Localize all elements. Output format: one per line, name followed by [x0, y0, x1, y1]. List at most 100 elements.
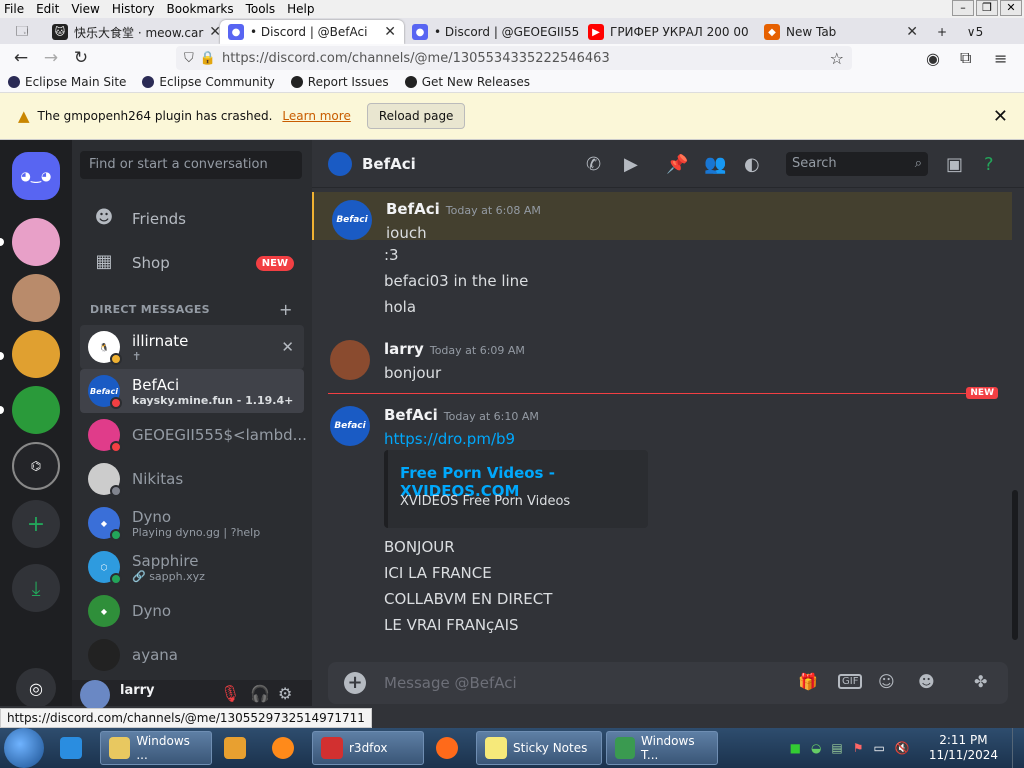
voice-call-icon[interactable]: ✆: [586, 154, 601, 175]
dm-item-ayana[interactable]: ayana: [80, 633, 304, 677]
inbox-icon[interactable]: ▣: [946, 154, 963, 175]
dm-item-dyno-2[interactable]: ◆ Dyno: [80, 589, 304, 633]
taskbar-windows-task-manager[interactable]: Windows T...: [606, 731, 718, 765]
user-profile-icon[interactable]: ◐: [744, 154, 760, 175]
gif-icon[interactable]: GIF: [838, 674, 863, 689]
pinned-messages-icon[interactable]: 📌: [666, 154, 688, 175]
menu-bookmarks[interactable]: Bookmarks: [161, 2, 240, 16]
hamburger-menu-icon[interactable]: ≡: [994, 49, 1007, 68]
shop-nav-item[interactable]: ▦ Shop NEW: [80, 242, 304, 284]
tab-2[interactable]: ● • Discord | @BefAci ✕: [220, 20, 404, 44]
bookmark-get-new-releases[interactable]: Get New Releases: [404, 75, 530, 89]
account-icon[interactable]: ◉: [926, 49, 940, 68]
author-name[interactable]: larry: [384, 340, 424, 358]
avatar[interactable]: [80, 680, 110, 710]
menu-history[interactable]: History: [106, 2, 161, 16]
message-input[interactable]: [384, 672, 764, 694]
tab-1-close-icon[interactable]: ✕: [203, 24, 220, 40]
network-icon[interactable]: ◒: [811, 741, 821, 755]
tab-1[interactable]: 🐱 快乐大食堂 · meow.car ✕: [44, 20, 220, 44]
server-avatar-4[interactable]: [12, 386, 60, 434]
tab-list-button[interactable]: 🗔: [0, 20, 44, 44]
learn-more-link[interactable]: Learn more: [282, 109, 350, 123]
headphones-icon[interactable]: 🎧: [250, 684, 270, 703]
start-button[interactable]: [4, 728, 44, 768]
add-server-icon[interactable]: +: [12, 500, 60, 548]
emoji-icon[interactable]: ☻: [918, 672, 935, 691]
sticker-icon[interactable]: ☺: [878, 672, 895, 691]
taskbar-r3dfox[interactable]: r3dfox: [312, 731, 424, 765]
author-name[interactable]: BefAci: [384, 406, 438, 424]
add-friends-icon[interactable]: 👥: [704, 154, 726, 175]
menu-file[interactable]: File: [0, 2, 30, 16]
dm-item-sapphire[interactable]: ⬡ Sapphire 🔗 sapph.xyz: [80, 545, 304, 589]
avatar[interactable]: Befaci: [330, 406, 370, 446]
tab-3[interactable]: ● • Discord | @GEOEGII55 ✕: [404, 20, 580, 44]
forward-button[interactable]: →: [36, 48, 66, 68]
tab-4[interactable]: ▶ ГРИФЕР УКРАЛ 200 00 ✕: [580, 20, 756, 44]
media-taskbar-icon[interactable]: [216, 731, 260, 765]
ie-taskbar-icon[interactable]: [52, 731, 96, 765]
dm-item-dyno[interactable]: ◆ Dyno Playing dyno.gg | ?help: [80, 501, 304, 545]
create-dm-icon[interactable]: +: [279, 300, 292, 319]
close-window-button[interactable]: ✕: [1000, 0, 1022, 16]
tab-5[interactable]: ◆ New Tab ✕: [756, 20, 926, 44]
dm-item-befaci[interactable]: Befaci BefAci kaysky.mine.fun - 1.19.4+: [80, 369, 304, 413]
bookmark-eclipse-main[interactable]: Eclipse Main Site: [8, 75, 126, 89]
discord-home-icon[interactable]: ◕‿◕: [12, 152, 60, 200]
bookmark-report-issues[interactable]: Report Issues: [290, 75, 389, 89]
close-dm-icon[interactable]: ✕: [281, 338, 294, 356]
avatar[interactable]: [330, 340, 370, 380]
bookmark-star-icon[interactable]: ☆: [830, 49, 844, 68]
taskbar-windows-explorer[interactable]: Windows ...: [100, 731, 212, 765]
firefox-taskbar-icon[interactable]: [428, 731, 472, 765]
author-name[interactable]: BefAci: [386, 200, 440, 218]
chat-search[interactable]: Search ⌕: [786, 152, 928, 176]
show-desktop-button[interactable]: [1012, 728, 1024, 768]
taskbar-sticky-notes[interactable]: Sticky Notes: [476, 731, 602, 765]
uc-taskbar-icon[interactable]: [264, 731, 308, 765]
restore-button[interactable]: ❐: [976, 0, 998, 16]
menu-edit[interactable]: Edit: [30, 2, 65, 16]
minimize-button[interactable]: –: [952, 0, 974, 16]
tray-app-icon[interactable]: ■: [790, 741, 801, 755]
settings-gear-icon[interactable]: ⚙: [278, 684, 292, 703]
message-link[interactable]: https://dro.pm/b9: [384, 430, 515, 448]
apps-icon[interactable]: ✤: [974, 672, 987, 691]
volume-muted-icon[interactable]: 🔇: [895, 741, 910, 755]
menu-view[interactable]: View: [65, 2, 105, 16]
gift-icon[interactable]: 🎁: [798, 672, 818, 691]
discover-icon[interactable]: ◎: [16, 668, 56, 708]
back-button[interactable]: ←: [6, 48, 36, 68]
new-tab-button[interactable]: +: [926, 20, 958, 44]
reload-button[interactable]: ↻: [66, 48, 96, 68]
dm-item-nikitas[interactable]: Nikitas: [80, 457, 304, 501]
action-center-icon[interactable]: ⚑: [853, 741, 864, 755]
safely-remove-icon[interactable]: ▤: [831, 741, 842, 755]
tab-5-close-icon[interactable]: ✕: [900, 24, 918, 40]
reload-page-button[interactable]: Reload page: [366, 103, 466, 129]
extensions-icon[interactable]: ⧉: [960, 48, 971, 68]
download-icon[interactable]: ⤓: [12, 564, 60, 612]
server-avatar-3[interactable]: [12, 330, 60, 378]
microphone-muted-icon[interactable]: 🎙: [220, 684, 240, 703]
message-scrollbar[interactable]: [1010, 190, 1020, 660]
server-avatar-5[interactable]: ⌬: [12, 442, 60, 490]
server-avatar-1[interactable]: [12, 218, 60, 266]
tab-2-close-icon[interactable]: ✕: [378, 24, 396, 40]
menu-help[interactable]: Help: [281, 2, 320, 16]
close-icon[interactable]: ✕: [993, 106, 1008, 127]
tab-4-close-icon[interactable]: ✕: [749, 24, 756, 40]
help-icon[interactable]: ?: [984, 154, 994, 175]
scrollbar-thumb[interactable]: [1012, 490, 1018, 640]
server-avatar-2[interactable]: [12, 274, 60, 322]
conversation-search[interactable]: Find or start a conversation: [80, 151, 302, 179]
video-call-icon[interactable]: ▶: [624, 154, 638, 175]
display-icon[interactable]: ▭: [874, 741, 885, 755]
attach-plus-icon[interactable]: +: [344, 672, 366, 694]
dm-item-illirnate[interactable]: 🐧 illirnate ✝ ✕: [80, 325, 304, 369]
friends-nav-item[interactable]: ☻ Friends: [80, 198, 304, 240]
dm-item-geoegii555[interactable]: GEOEGII555$<lambd...: [80, 413, 307, 457]
bookmark-eclipse-community[interactable]: Eclipse Community: [142, 75, 275, 89]
tab-overflow-button[interactable]: ∨ 5: [958, 20, 992, 44]
